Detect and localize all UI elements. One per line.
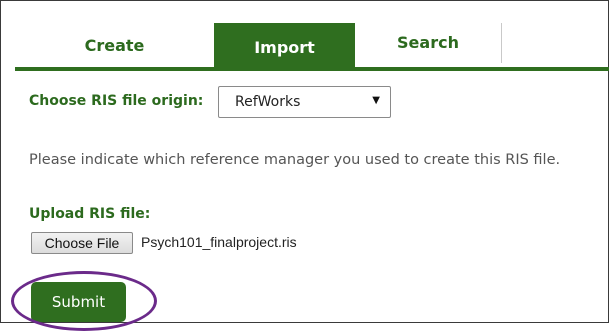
tab-search[interactable]: Search — [355, 20, 501, 64]
origin-label: Choose RIS file origin: — [29, 93, 204, 109]
tab-underline — [15, 67, 609, 71]
help-text: Please indicate which reference manager … — [29, 152, 561, 168]
upload-label: Upload RIS file: — [29, 206, 151, 222]
chevron-down-icon: ▼ — [372, 95, 380, 106]
tab-divider — [501, 23, 502, 63]
tab-bar: Create Import Search — [15, 23, 609, 67]
choose-file-button[interactable]: Choose File — [31, 232, 133, 254]
origin-select[interactable]: RefWorks ▼ — [218, 86, 391, 118]
selected-file-name: Psych101_finalproject.ris — [141, 234, 297, 250]
tab-create[interactable]: Create — [15, 23, 214, 67]
submit-button[interactable]: Submit — [31, 282, 126, 322]
tab-import[interactable]: Import — [214, 23, 355, 67]
import-panel: Create Import Search Choose RIS file ori… — [0, 0, 609, 331]
origin-select-value: RefWorks — [235, 94, 301, 110]
